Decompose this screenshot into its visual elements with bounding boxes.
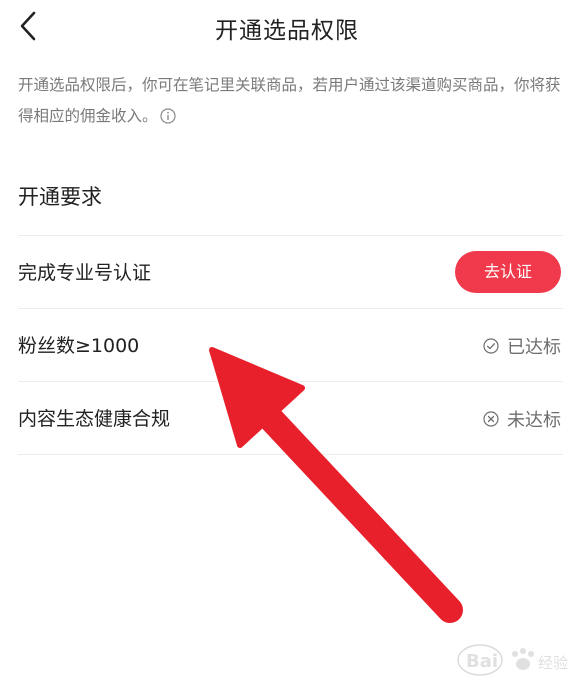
status-text: 未达标 <box>507 410 561 431</box>
verify-button[interactable]: 去认证 <box>455 251 561 293</box>
watermark: Bai 经验 <box>440 640 572 680</box>
requirement-label: 完成专业号认证 <box>18 262 152 284</box>
top-bar: 开通选品权限 <box>0 0 574 52</box>
requirement-row: 内容生态健康合规 未达标 <box>18 381 563 454</box>
watermark-text: Bai <box>466 651 498 672</box>
requirements-list: 完成专业号认证 去认证 粉丝数≥1000 已达标 内容生态健康合规 未达标 <box>18 235 563 455</box>
intro-text: 开通选品权限后，你可在笔记里关联商品，若用户通过该渠道购买商品，你将获得相应的佣… <box>18 76 561 125</box>
status-text: 已达标 <box>507 337 561 358</box>
check-circle-icon <box>483 338 499 354</box>
status-met: 已达标 <box>483 333 561 359</box>
status-unmet: 未达标 <box>483 406 561 432</box>
info-icon[interactable] <box>159 104 176 124</box>
list-divider <box>18 454 563 455</box>
x-circle-icon <box>483 411 499 427</box>
requirement-label: 内容生态健康合规 <box>18 408 171 430</box>
intro-description: 开通选品权限后，你可在笔记里关联商品，若用户通过该渠道购买商品，你将获得相应的佣… <box>18 70 563 132</box>
watermark-text-2: 经验 <box>538 654 568 672</box>
requirement-row: 完成专业号认证 去认证 <box>18 235 563 308</box>
baidu-paw-icon: Bai 经验 <box>457 644 568 676</box>
requirement-row: 粉丝数≥1000 已达标 <box>18 308 563 381</box>
section-title: 开通要求 <box>18 185 102 209</box>
requirement-label: 粉丝数≥1000 <box>18 335 140 357</box>
page-title: 开通选品权限 <box>215 18 359 44</box>
